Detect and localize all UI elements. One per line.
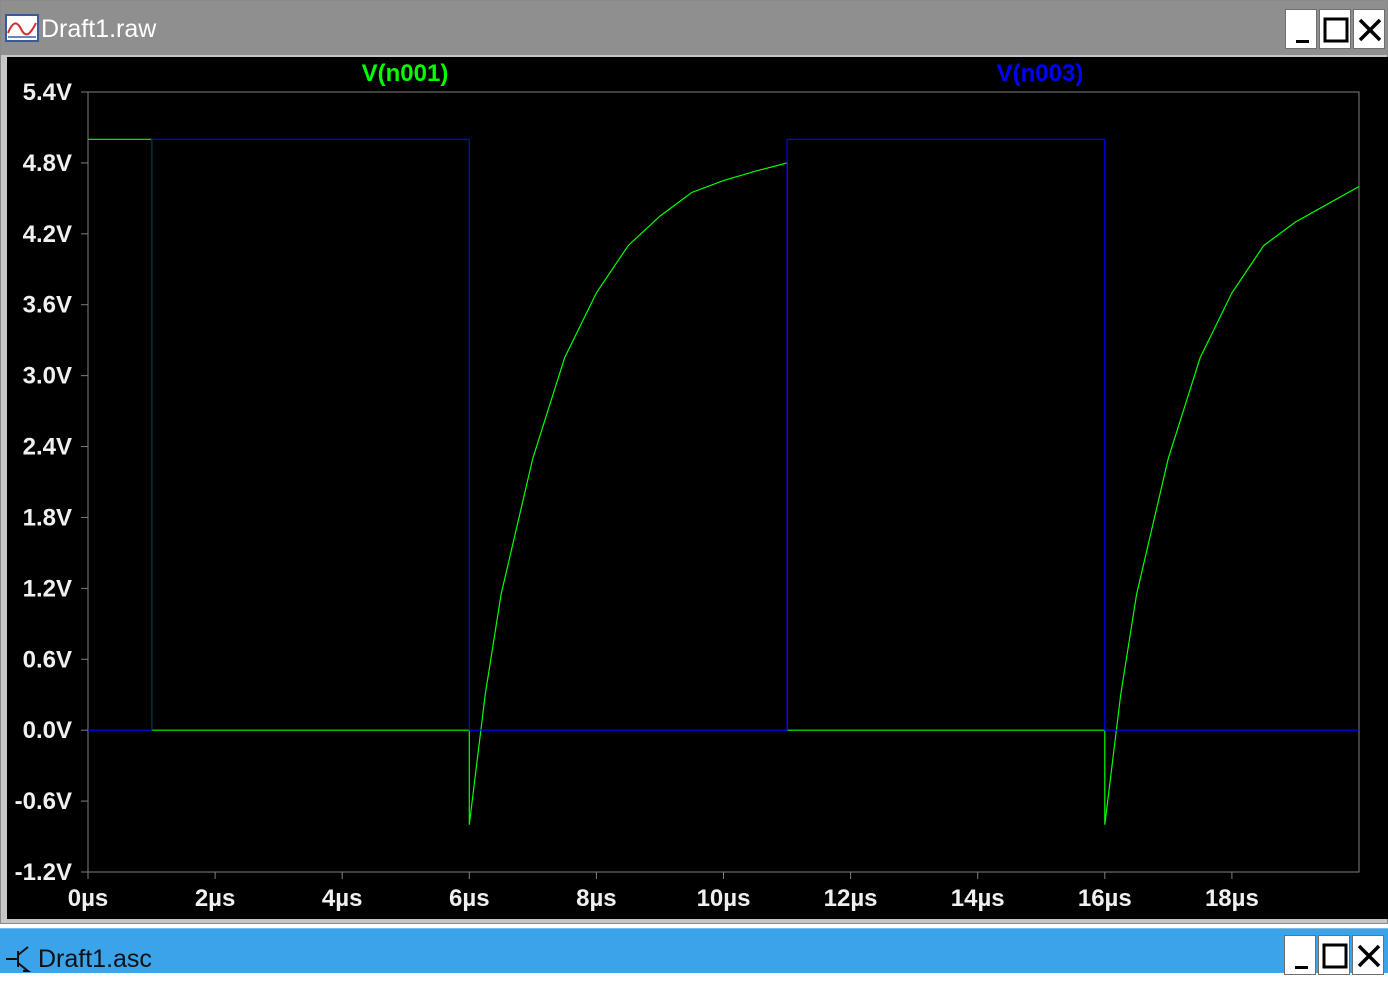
schematic-window-title-bar[interactable]: Draft1.asc bbox=[0, 928, 1388, 975]
schematic-minimize-button[interactable] bbox=[1284, 935, 1316, 975]
y-tick-label: -1.2V bbox=[15, 859, 72, 886]
y-tick-label: 3.6V bbox=[23, 292, 72, 319]
maximize-icon bbox=[1323, 17, 1349, 43]
y-tick-label: 2.4V bbox=[23, 434, 72, 461]
plot-pane[interactable]: 5.4V 4.8V 4.2V 3.6V 3.0V 2.4V 1.8V 1.2V 0.6V 0.0V… bbox=[7, 57, 1388, 919]
y-tick-label: 0.0V bbox=[23, 717, 72, 744]
x-tick-label: 6µs bbox=[449, 885, 490, 912]
minimize-icon bbox=[1295, 966, 1308, 969]
series-line-vn001 bbox=[88, 138, 1360, 825]
minimize-button[interactable] bbox=[1285, 9, 1317, 49]
x-tick-label: 4µs bbox=[322, 885, 363, 912]
y-tick-label: 1.2V bbox=[23, 575, 72, 602]
x-tick-label: 0µs bbox=[68, 885, 109, 912]
waveform-viewer-icon bbox=[5, 14, 39, 42]
schematic-close-button[interactable] bbox=[1352, 935, 1384, 975]
y-tick-label: 4.2V bbox=[23, 221, 72, 248]
y-tick-label: 4.8V bbox=[23, 150, 72, 177]
y-tick-label: 1.8V bbox=[23, 504, 72, 531]
x-tick-label: 14µs bbox=[951, 885, 1005, 912]
y-tick-label: 3.0V bbox=[23, 363, 72, 390]
x-tick-label: 12µs bbox=[824, 885, 878, 912]
waveform-chart[interactable]: 5.4V 4.8V 4.2V 3.6V 3.0V 2.4V 1.8V 1.2V 0.6V 0.0V… bbox=[7, 57, 1388, 919]
minimize-icon bbox=[1296, 40, 1309, 43]
waveform-title-bar[interactable]: Draft1.raw bbox=[1, 1, 1387, 55]
schematic-window-title: Draft1.asc bbox=[38, 945, 152, 973]
close-button[interactable] bbox=[1353, 9, 1385, 49]
close-icon bbox=[1357, 944, 1381, 968]
maximize-button[interactable] bbox=[1319, 9, 1351, 49]
x-tick-label: 16µs bbox=[1078, 885, 1132, 912]
close-icon bbox=[1358, 18, 1382, 42]
legend-label: V(n003) bbox=[997, 60, 1084, 87]
y-tick-label: 5.4V bbox=[23, 79, 72, 106]
plot-frame bbox=[87, 91, 1360, 873]
schematic-maximize-button[interactable] bbox=[1318, 935, 1350, 975]
x-tick-label: 10µs bbox=[697, 885, 751, 912]
maximize-icon bbox=[1322, 943, 1348, 969]
series-line-vn003 bbox=[88, 138, 1359, 731]
legend-label: V(n001) bbox=[362, 60, 449, 87]
x-tick-label: 2µs bbox=[195, 885, 236, 912]
waveform-window: Draft1.raw 5.4V 4.8V 4.2V 3.6V 3.0V 2.4V 1.8V 1… bbox=[0, 0, 1388, 924]
y-tick-label: 0.6V bbox=[23, 646, 72, 673]
x-tick-label: 18µs bbox=[1205, 885, 1259, 912]
schematic-icon bbox=[6, 946, 31, 972]
window-title: Draft1.raw bbox=[41, 15, 157, 43]
y-tick-label: -0.6V bbox=[15, 788, 72, 815]
x-tick-label: 8µs bbox=[576, 885, 617, 912]
